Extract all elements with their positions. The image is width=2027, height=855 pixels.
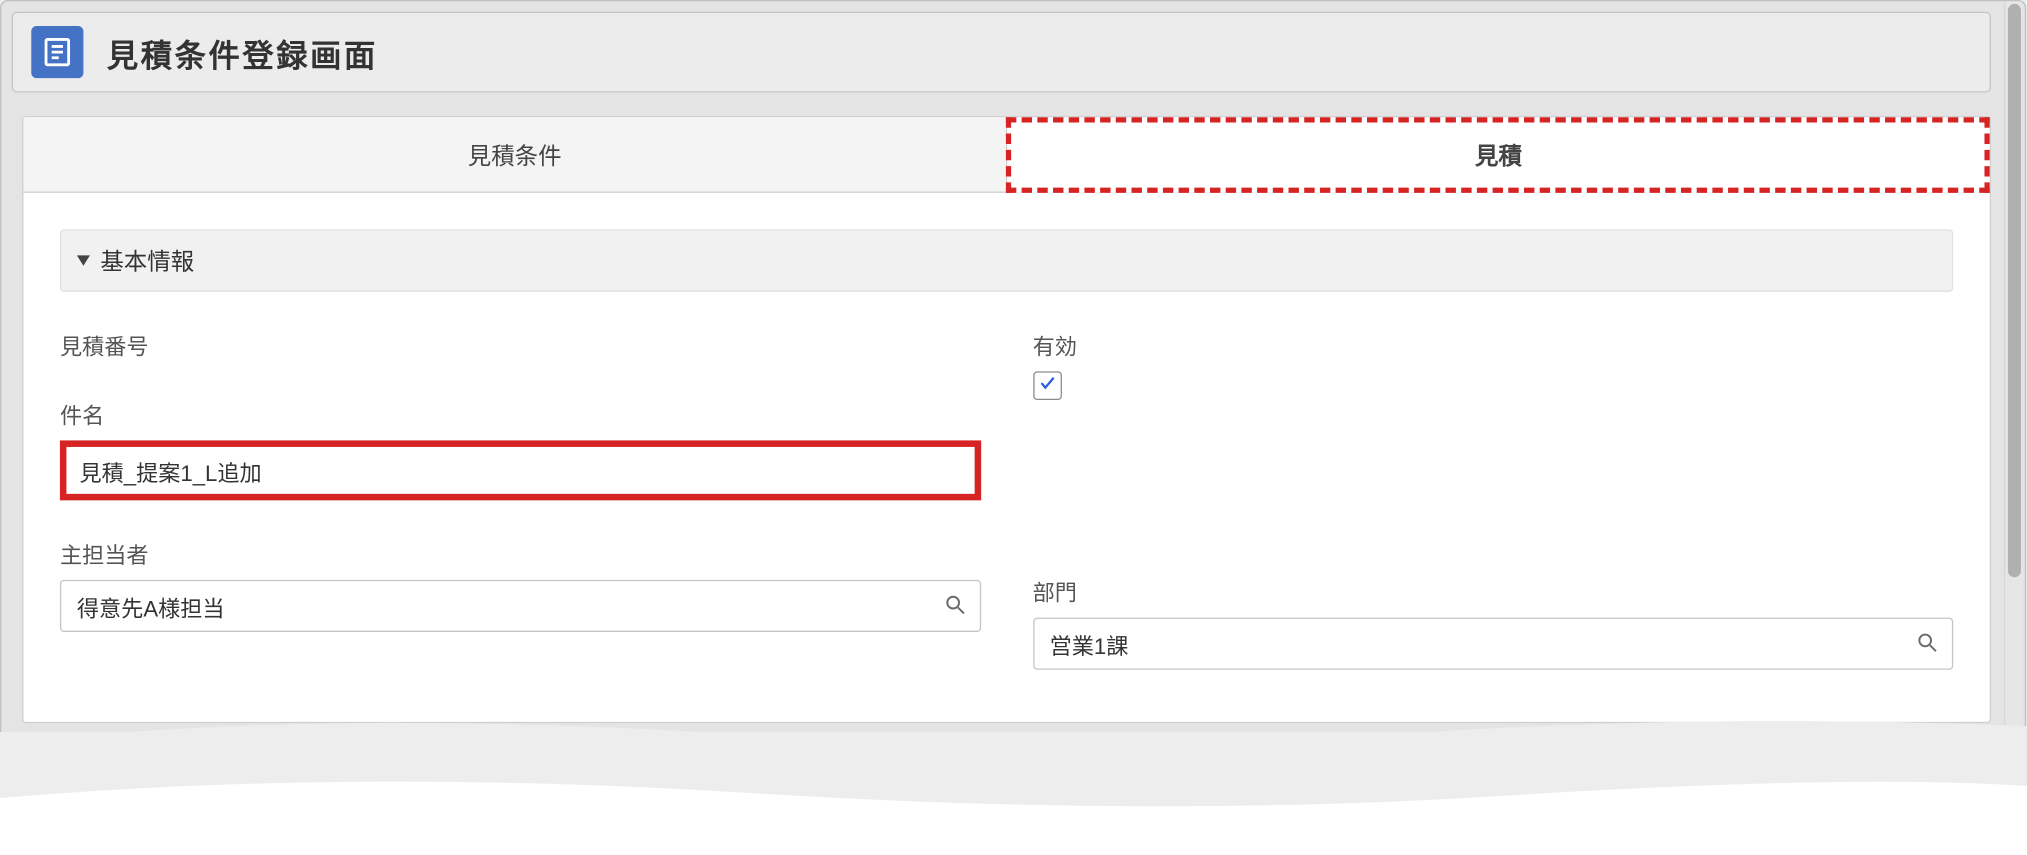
disclosure-triangle-icon bbox=[77, 255, 90, 265]
page-header: 見積条件登録画面 bbox=[12, 12, 1991, 93]
section-basic-info-header[interactable]: 基本情報 bbox=[60, 229, 1953, 292]
truncation-tear bbox=[0, 732, 2027, 855]
field-main-contact: 主担当者 bbox=[60, 537, 981, 632]
label-department: 部門 bbox=[1033, 575, 1954, 608]
field-quote-number: 見積番号 bbox=[60, 328, 981, 361]
search-icon bbox=[943, 592, 966, 619]
main-contact-input[interactable] bbox=[60, 580, 981, 632]
document-icon bbox=[31, 26, 83, 78]
department-lookup-button[interactable] bbox=[1906, 623, 1948, 665]
label-main-contact: 主担当者 bbox=[60, 537, 981, 570]
subject-input[interactable]: 見積_提案1_L追加 bbox=[60, 440, 981, 500]
spacer bbox=[1033, 437, 1954, 539]
tab-bar: 見積条件 見積 bbox=[23, 117, 1989, 193]
field-department: 部門 bbox=[1033, 575, 1954, 670]
check-icon bbox=[1038, 373, 1056, 398]
department-input[interactable] bbox=[1033, 618, 1954, 670]
valid-checkbox[interactable] bbox=[1033, 371, 1062, 400]
tab-label: 見積 bbox=[1475, 137, 1522, 171]
main-contact-lookup-button[interactable] bbox=[934, 585, 976, 627]
section-title: 基本情報 bbox=[100, 244, 194, 278]
tab-quote[interactable]: 見積 bbox=[1006, 117, 1990, 193]
section-basic-info-body: 基本情報 見積番号 件名 見積_提案1_L追加 bbox=[23, 193, 1989, 722]
label-valid: 有効 bbox=[1033, 328, 1954, 361]
field-subject: 件名 見積_提案1_L追加 bbox=[60, 397, 981, 500]
field-valid: 有効 bbox=[1033, 328, 1954, 400]
scrollbar-thumb[interactable] bbox=[2008, 4, 2021, 577]
page-title: 見積条件登録画面 bbox=[107, 29, 378, 75]
tab-quote-conditions[interactable]: 見積条件 bbox=[23, 117, 1005, 193]
main-card: 見積条件 見積 基本情報 見積番号 bbox=[22, 116, 1991, 723]
subject-value: 見積_提案1_L追加 bbox=[79, 454, 261, 487]
search-icon bbox=[1915, 630, 1938, 657]
label-subject: 件名 bbox=[60, 397, 981, 430]
tab-label: 見積条件 bbox=[468, 137, 562, 171]
label-quote-number: 見積番号 bbox=[60, 328, 981, 361]
